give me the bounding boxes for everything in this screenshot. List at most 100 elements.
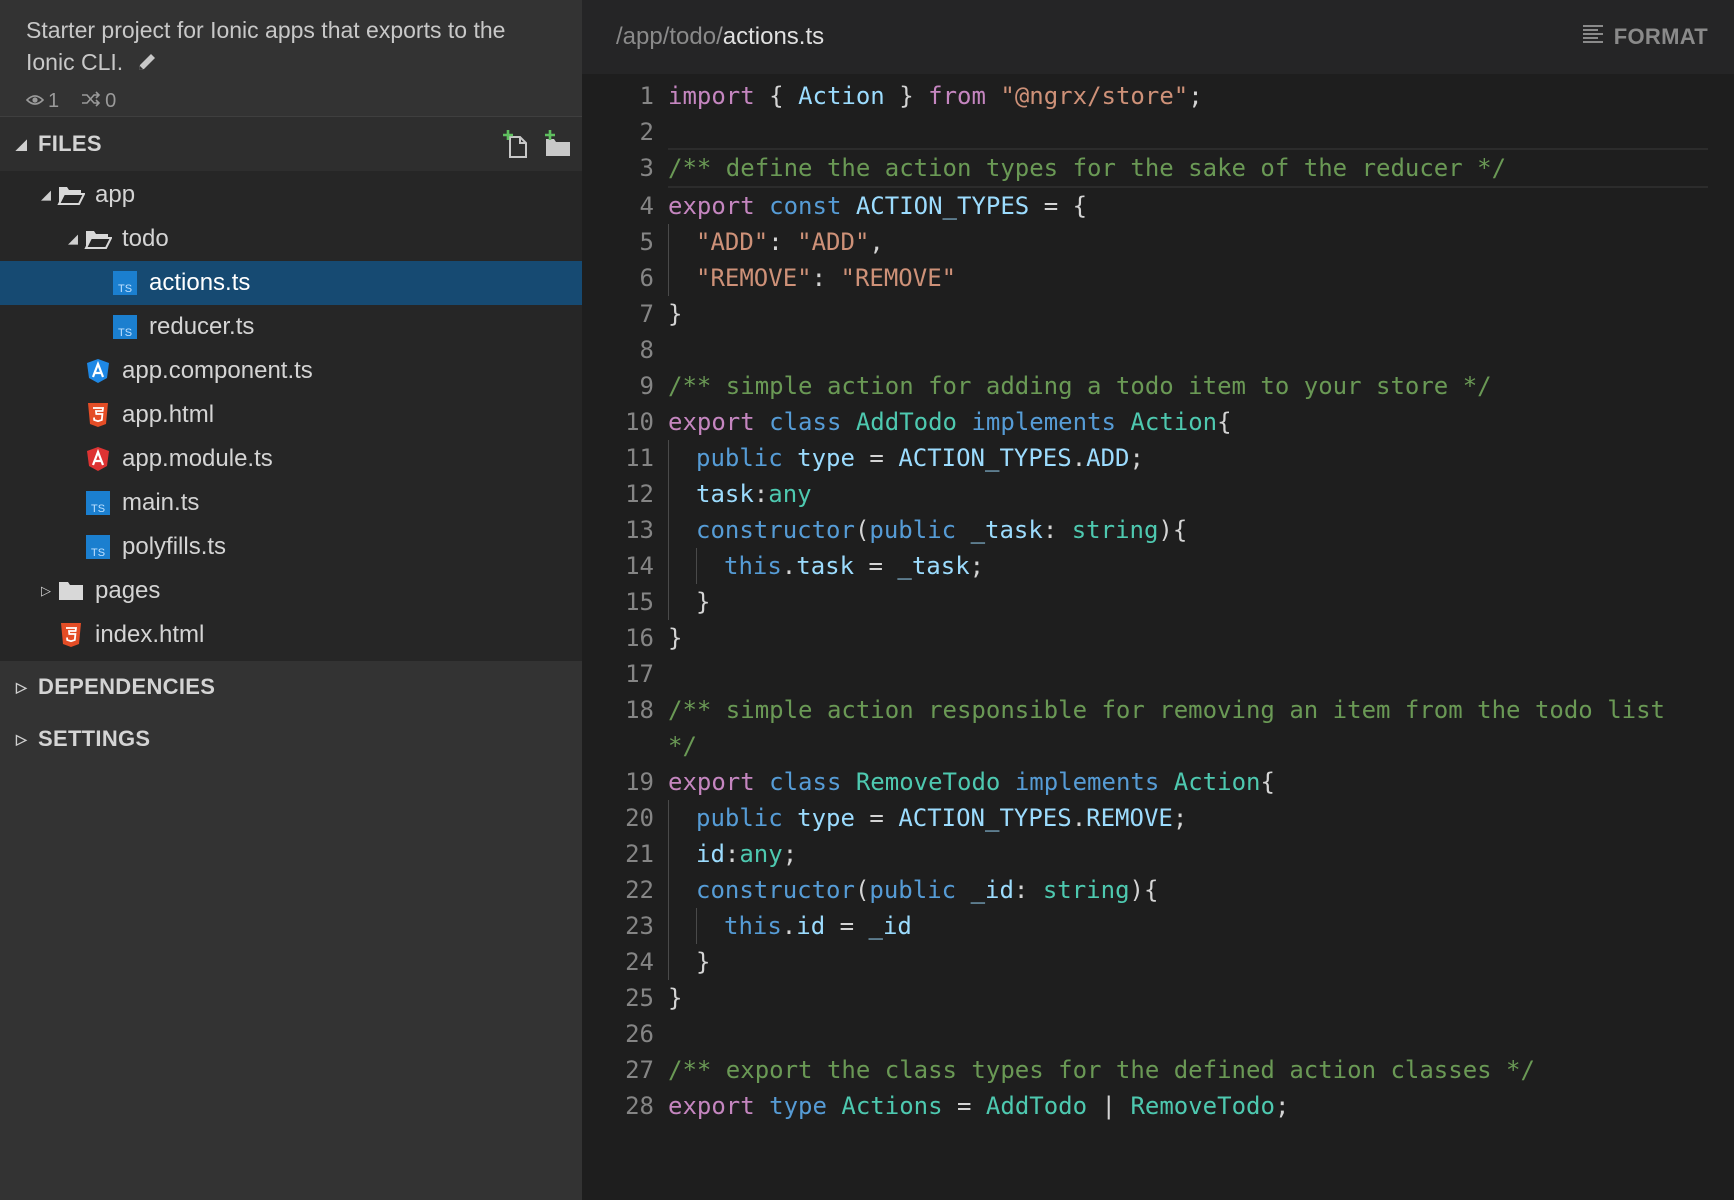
code-editor[interactable]: /app/todo/actions.ts FORMAT 1 import { Ac…	[582, 0, 1734, 1200]
code-line[interactable]: 16}	[582, 620, 1734, 656]
code-line[interactable]: 17	[582, 656, 1734, 692]
code-line[interactable]: 28 export type Actions = AddTodo | Remove…	[582, 1088, 1734, 1124]
caret-down-icon[interactable]: ◢	[62, 231, 84, 247]
format-button[interactable]: FORMAT	[1582, 0, 1708, 74]
code-token: =	[854, 444, 899, 472]
code-token: {	[1217, 408, 1232, 436]
tree-file-app.html[interactable]: app.html	[0, 393, 582, 437]
sidebar: Starter project for Ionic apps that expo…	[0, 0, 582, 1200]
code-line[interactable]: 13 constructor(public _task: string){	[582, 512, 1734, 548]
code-line[interactable]: 14 this.task = _task;	[582, 548, 1734, 584]
tree-folder-todo[interactable]: ◢ todo	[0, 217, 582, 261]
indent-guide	[668, 224, 669, 260]
line-number: 12	[625, 480, 654, 508]
settings-section-header[interactable]: ▷ SETTINGS	[0, 713, 582, 765]
line-number: 2	[639, 118, 654, 146]
tree-file-app.component.ts[interactable]: app.component.ts	[0, 349, 582, 393]
code-line[interactable]: 20 public type = ACTION_TYPES.REMOVE;	[582, 800, 1734, 836]
indent-guide	[668, 584, 669, 620]
caret-right-icon[interactable]: ▷	[35, 583, 57, 599]
line-number: 16	[625, 624, 654, 652]
code-line[interactable]: 23 this.id = _id	[582, 908, 1734, 944]
project-stats: 1 0	[25, 90, 556, 113]
code-line[interactable]: 6 "REMOVE": "REMOVE"	[582, 260, 1734, 296]
code-token: ;	[782, 840, 798, 868]
code-line[interactable]: 12 task:any	[582, 476, 1734, 512]
code-token: ACTION_TYPES	[898, 804, 1072, 832]
tree-file-app.module.ts[interactable]: app.module.ts	[0, 437, 582, 481]
code-token: }	[668, 300, 683, 328]
code-line[interactable]: 4 export const ACTION_TYPES = {	[582, 188, 1734, 224]
code-text: public type = ACTION_TYPES.REMOVE;	[668, 800, 1708, 836]
files-label: FILES	[38, 131, 102, 156]
code-token: this	[724, 552, 782, 580]
code-text: task:any	[668, 476, 1708, 512]
caret-down-icon[interactable]: ◢	[35, 187, 57, 203]
code-token: public	[869, 516, 957, 544]
typescript-file-icon: TS	[111, 269, 139, 297]
code-line[interactable]: 11 public type = ACTION_TYPES.ADD;	[582, 440, 1734, 476]
typescript-file-icon: TS	[111, 313, 139, 341]
code-token: RemoveTodo	[855, 768, 1001, 796]
svg-text:TS: TS	[118, 327, 132, 339]
code-token: string	[1042, 876, 1130, 904]
tree-folder-app[interactable]: ◢ app	[0, 173, 582, 217]
code-token: _id	[970, 876, 1014, 904]
tree-folder-pages[interactable]: ▷ pages	[0, 569, 582, 613]
code-token: any	[739, 840, 783, 868]
code-token: Action	[798, 82, 885, 110]
code-line[interactable]: 24}	[582, 944, 1734, 980]
code-line[interactable]: 2	[582, 114, 1734, 150]
tree-item-label: app.html	[122, 401, 215, 428]
caret-right-icon: ▷	[16, 730, 28, 747]
code-line[interactable]: 3 /** define the action types for the sak…	[582, 148, 1734, 188]
code-token: :	[1013, 876, 1043, 904]
typescript-file-icon: TS	[84, 533, 112, 561]
new-file-icon[interactable]	[502, 129, 532, 165]
code-token: this	[724, 912, 782, 940]
code-line[interactable]: 25}	[582, 980, 1734, 1016]
code-line[interactable]: 7}	[582, 296, 1734, 332]
angular-module-icon	[84, 445, 112, 473]
line-number: 8	[639, 336, 654, 364]
dependencies-section-header[interactable]: ▷ DEPENDENCIES	[0, 661, 582, 713]
code-token: ADD	[1086, 444, 1130, 472]
code-line[interactable]: 1 import { Action } from "@ngrx/store";	[582, 78, 1734, 114]
code-line[interactable]: 26	[582, 1016, 1734, 1052]
code-token: :	[768, 228, 798, 256]
code-line[interactable]: 19 export class RemoveTodo implements Act…	[582, 764, 1734, 800]
tree-file-main.ts[interactable]: TS main.ts	[0, 481, 582, 525]
new-folder-icon[interactable]	[542, 129, 572, 165]
code-line[interactable]: 15}	[582, 584, 1734, 620]
code-token: "REMOVE"	[696, 264, 812, 292]
caret-down-icon: ◢	[16, 135, 28, 152]
code-token: :	[724, 840, 740, 868]
code-line[interactable]: 9 /** simple action for adding a todo ite…	[582, 368, 1734, 404]
svg-text:TS: TS	[91, 547, 105, 559]
code-line[interactable]: 8	[582, 332, 1734, 368]
code-line[interactable]: 21 id:any;	[582, 836, 1734, 872]
files-section-header[interactable]: ◢ FILES	[0, 117, 582, 171]
settings-label: SETTINGS	[38, 726, 151, 751]
code-token: .	[1071, 804, 1087, 832]
tree-item-label: app	[95, 181, 136, 208]
code-line[interactable]: 10 export class AddTodo implements Action…	[582, 404, 1734, 440]
tree-file-polyfills.ts[interactable]: TS polyfills.ts	[0, 525, 582, 569]
code-token: constructor	[696, 516, 855, 544]
tree-file-reducer.ts[interactable]: TS reducer.ts	[0, 305, 582, 349]
code-line[interactable]: 5 "ADD": "ADD",	[582, 224, 1734, 260]
tree-file-index.html[interactable]: index.html	[0, 613, 582, 657]
tree-file-actions.ts[interactable]: TS actions.ts	[0, 261, 582, 305]
code-line[interactable]: 22 constructor(public _id: string){	[582, 872, 1734, 908]
code-line[interactable]: 27 /** export the class types for the def…	[582, 1052, 1734, 1088]
project-description: Starter project for Ionic apps that expo…	[26, 17, 506, 75]
code-area[interactable]: 1 import { Action } from "@ngrx/store"; 2 3…	[582, 74, 1734, 1124]
tree-item-label: index.html	[95, 621, 205, 648]
code-token: =	[942, 1092, 986, 1120]
code-line[interactable]: 18 /** simple action responsible for remo…	[582, 692, 1734, 764]
pencil-icon[interactable]	[136, 49, 160, 73]
